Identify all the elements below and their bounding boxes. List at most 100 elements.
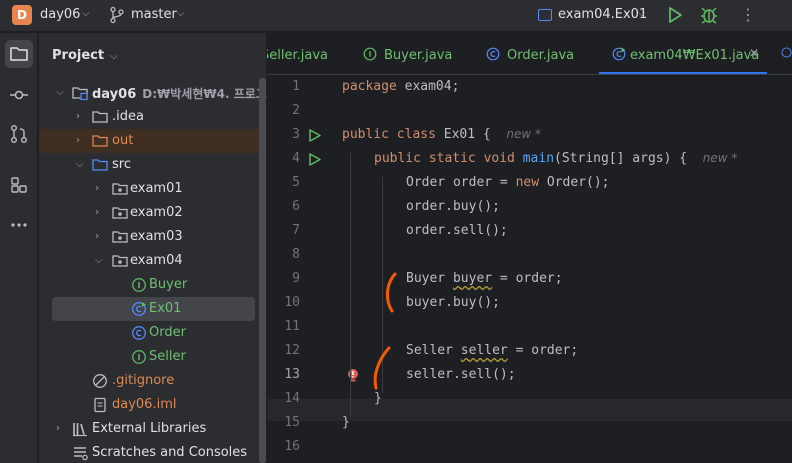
chevron-right-icon[interactable]: › [95,230,105,244]
code-line: public class Ex01 { new * [342,127,541,142]
line-number: 3 [292,127,300,142]
indent-guide [382,177,383,393]
project-name[interactable]: day06 [40,7,80,22]
tree-label: day06 [92,87,137,102]
project-scrollbar[interactable] [259,78,266,463]
code-line: package exam04; [342,79,460,94]
tab-seller[interactable]: Seller.java [267,33,341,74]
tab-buyer[interactable]: Buyer.java [363,33,463,74]
chevron-down-icon[interactable]: ⌵ [95,254,105,268]
excluded-folder-icon [92,135,108,147]
chevron-right-icon[interactable]: › [56,422,66,436]
chevron-right-icon[interactable]: › [95,206,105,220]
folder-icon [92,111,108,123]
chevron-down-icon[interactable]: ⌵ [56,86,66,100]
commit-tool-button[interactable] [5,81,33,109]
chevron-right-icon[interactable]: › [76,110,86,124]
tree-item-ex01[interactable]: Ex01 [52,297,255,321]
tab-label: Seller.java [267,48,328,63]
scratches-icon [74,447,88,461]
class-icon[interactable] [781,47,792,58]
tab-ex01[interactable]: exam04₩Ex01.java ✕ [599,33,767,74]
package-icon [112,231,128,243]
line-number: 13 [284,367,300,382]
tree-item-exam01[interactable]: › exam01 [39,177,266,201]
run-gutter-icon[interactable] [308,129,321,142]
project-badge[interactable]: D [12,5,32,25]
tree-label: Ex01 [149,301,182,316]
tree-item-scratches[interactable]: Scratches and Consoles [39,441,266,463]
interface-icon [363,47,377,61]
chevron-down-icon[interactable]: ⌵ [76,158,86,172]
line-number: 7 [292,223,300,238]
tree-item-out[interactable]: › out [39,129,266,153]
run-gutter-icon[interactable] [308,153,321,166]
chevron-right-icon[interactable]: › [76,134,86,148]
tree-label: .gitignore [112,373,175,388]
inlay-hint: new * [506,127,541,141]
tree-label: External Libraries [92,421,207,436]
class-icon [486,47,500,61]
tree-item-exam04[interactable]: ⌵ exam04 [39,249,266,273]
indent-guide [350,153,351,417]
line-number: 12 [284,343,300,358]
code-line: order.buy(); [406,199,500,214]
chevron-down-icon[interactable]: ⌵ [177,8,185,19]
structure-icon [11,177,27,193]
project-panel-title[interactable]: Project ⌵ [52,48,118,63]
run-icon[interactable] [666,6,684,24]
line-number: 5 [292,175,300,190]
close-icon[interactable]: ✕ [749,46,759,60]
inlay-hint: new * [702,151,738,165]
more-icon[interactable]: ⋮ [740,5,756,25]
tab-order[interactable]: Order.java [486,33,586,74]
package-icon [112,207,128,219]
chevron-down-icon: ⌵ [638,8,646,19]
tree-item-day06[interactable]: ⌵ day06 D:₩박세현₩4. 프로그래 [39,81,278,105]
tree-item-exam02[interactable]: › exam02 [39,201,266,225]
line-number: 10 [284,295,300,310]
tree-item-exam03[interactable]: › exam03 [39,225,266,249]
run-configuration-name: exam04.Ex01 [558,7,648,22]
runnable-class-icon [132,302,146,316]
interface-icon [132,350,146,364]
chevron-right-icon[interactable]: › [95,182,105,196]
tree-item-buyer[interactable]: Buyer [39,273,266,297]
line-number: 11 [284,319,300,334]
tree-item-idea[interactable]: › .idea [39,105,266,129]
pull-requests-tool-button[interactable] [5,120,33,148]
code-line: Seller seller = order; [406,343,579,358]
code-line: buyer.buy(); [406,295,500,310]
tree-label: Order [149,325,186,340]
runnable-class-icon [612,47,626,61]
debug-icon[interactable] [699,5,719,25]
tree-label: day06.iml [112,397,177,412]
panel-title-label: Project [52,48,105,63]
tree-item-day06-iml[interactable]: day06.iml [39,393,266,417]
ignore-file-icon [93,374,107,388]
code-line: Buyer buyer = order; [406,271,563,286]
commit-icon [10,90,28,100]
more-tools-button[interactable] [5,211,33,239]
chevron-down-icon[interactable]: ⌵ [82,8,90,19]
code-line: order.sell(); [406,223,508,238]
tree-item-src[interactable]: ⌵ src [39,153,266,177]
editor: Seller.java Buyer.java Order.java exam04… [267,33,792,463]
tree-item-seller[interactable]: Seller [39,345,266,369]
tree-label: src [112,157,131,172]
tree-item-order[interactable]: Order [39,321,266,345]
project-tool-button[interactable] [5,40,33,68]
title-bar: D day06 ⌵ master ⌵ exam04.Ex01 ⌵ ⋮ [0,0,792,32]
code-line: seller.sell(); [406,367,516,382]
editor-gutter: 1 2 3 4 5 6 7 8 9 10 11 12 13 14 15 16 [267,76,358,463]
tree-item-external-libraries[interactable]: › External Libraries [39,417,266,441]
tree-label: .idea [112,109,144,124]
tree-item-gitignore[interactable]: .gitignore [39,369,266,393]
code-area[interactable]: package exam04; public class Ex01 { new … [342,76,792,463]
branch-icon[interactable] [109,6,125,24]
line-number: 9 [292,271,300,286]
code-line: } [342,415,350,430]
code-line: Order order = new Order(); [406,175,610,190]
structure-tool-button[interactable] [5,171,33,199]
branch-name[interactable]: master [131,7,177,22]
